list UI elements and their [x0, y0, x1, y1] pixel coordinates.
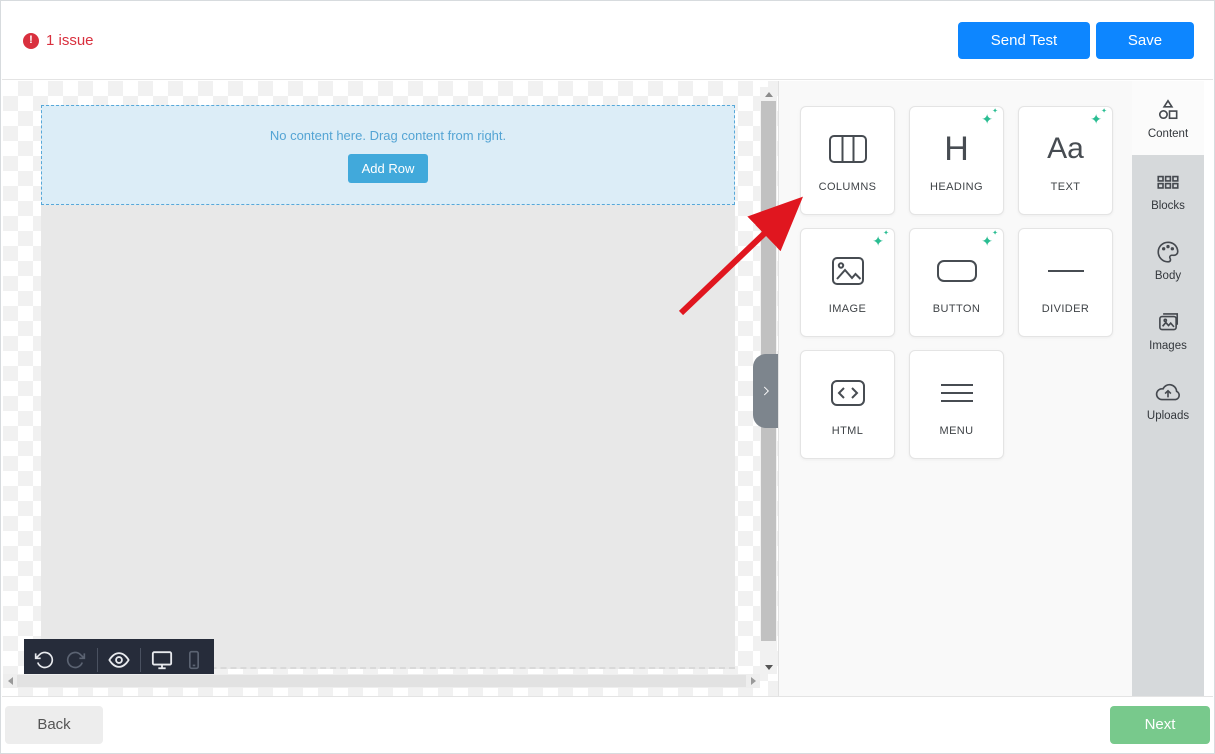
sidebar-tab-label: Uploads — [1147, 410, 1189, 422]
main-area: No content here. Drag content from right… — [2, 81, 1215, 699]
sidebar-tab-uploads[interactable]: Uploads — [1132, 365, 1204, 435]
ai-sparkle-icon: ✦✦ — [872, 234, 884, 248]
send-test-button[interactable]: Send Test — [958, 22, 1090, 59]
mobile-view-icon[interactable] — [183, 649, 205, 671]
sidebar-tab-body[interactable]: Body — [1132, 225, 1204, 295]
ai-sparkle-icon: ✦✦ — [1090, 112, 1102, 126]
email-document: No content here. Drag content from right… — [41, 105, 735, 669]
palette-icon — [1155, 239, 1181, 265]
issue-indicator[interactable]: ! 1 issue — [23, 32, 94, 49]
image-icon — [830, 251, 866, 291]
sidebar-tab-label: Blocks — [1151, 200, 1185, 212]
back-button[interactable]: Back — [5, 706, 103, 744]
dropzone-message: No content here. Drag content from right… — [270, 128, 506, 143]
chevron-right-icon — [759, 384, 773, 398]
block-label: HEADING — [930, 181, 983, 193]
block-columns[interactable]: COLUMNS — [800, 106, 895, 215]
button-icon — [936, 251, 978, 291]
heading-icon: H — [944, 129, 969, 169]
html-icon — [829, 373, 867, 413]
desktop-view-icon[interactable] — [151, 649, 173, 671]
header-actions: Send Test Save — [958, 22, 1194, 59]
menu-icon — [939, 373, 975, 413]
block-label: TEXT — [1051, 181, 1081, 193]
columns-icon — [828, 129, 868, 169]
block-html[interactable]: HTML — [800, 350, 895, 459]
toolbar-divider — [140, 648, 141, 672]
canvas-horizontal-scrollbar[interactable] — [3, 674, 760, 688]
block-label: DIVIDER — [1042, 303, 1089, 315]
email-canvas: No content here. Drag content from right… — [3, 81, 778, 699]
add-row-button[interactable]: Add Row — [348, 154, 429, 183]
sidebar-tab-label: Images — [1149, 340, 1187, 352]
sidebar-tab-blocks[interactable]: Blocks — [1132, 155, 1204, 225]
block-label: HTML — [832, 425, 864, 437]
issue-alert-icon: ! — [23, 33, 39, 49]
sidebar-tab-images[interactable]: Images — [1132, 295, 1204, 365]
toolbar-divider — [97, 648, 98, 672]
empty-content-dropzone[interactable]: No content here. Drag content from right… — [41, 105, 735, 205]
scroll-down-arrow-icon[interactable] — [760, 660, 777, 674]
panel-collapse-handle[interactable] — [753, 354, 778, 428]
divider-icon — [1046, 251, 1086, 291]
top-bar: ! 1 issue Send Test Save — [2, 2, 1213, 80]
block-label: IMAGE — [829, 303, 866, 315]
block-heading[interactable]: ✦✦ H HEADING — [909, 106, 1004, 215]
block-text[interactable]: ✦✦ Aa TEXT — [1018, 106, 1113, 215]
ai-sparkle-icon: ✦✦ — [981, 234, 993, 248]
wizard-footer: Back Next — [2, 696, 1213, 752]
block-menu[interactable]: MENU — [909, 350, 1004, 459]
redo-icon[interactable] — [65, 649, 87, 671]
sidebar-tab-label: Content — [1148, 128, 1188, 140]
save-button[interactable]: Save — [1096, 22, 1194, 59]
block-button[interactable]: ✦✦ BUTTON — [909, 228, 1004, 337]
block-image[interactable]: ✦✦ IMAGE — [800, 228, 895, 337]
scroll-right-arrow-icon[interactable] — [746, 674, 760, 688]
preview-eye-icon[interactable] — [108, 649, 130, 671]
cloud-upload-icon — [1154, 379, 1182, 405]
block-label: COLUMNS — [819, 181, 877, 193]
horizontal-scroll-thumb[interactable] — [17, 675, 746, 687]
email-builder-window: ! 1 issue Send Test Save No content here… — [0, 0, 1215, 754]
block-label: MENU — [940, 425, 974, 437]
grid-icon — [1155, 169, 1181, 195]
blocks-grid: COLUMNS ✦✦ H HEADING ✦✦ Aa TEXT — [800, 106, 1132, 459]
block-divider[interactable]: DIVIDER — [1018, 228, 1113, 337]
sidebar-tab-content[interactable]: Content — [1132, 81, 1204, 155]
issue-count-label: 1 issue — [46, 32, 94, 49]
shapes-icon — [1155, 97, 1181, 123]
sidebar-tab-label: Body — [1155, 270, 1181, 282]
email-body-area[interactable] — [41, 205, 735, 669]
ai-sparkle-icon: ✦✦ — [981, 112, 993, 126]
text-icon: Aa — [1047, 129, 1084, 169]
images-icon — [1155, 309, 1181, 335]
scroll-left-arrow-icon[interactable] — [3, 674, 17, 688]
undo-icon[interactable] — [33, 649, 55, 671]
block-label: BUTTON — [933, 303, 980, 315]
next-button[interactable]: Next — [1110, 706, 1210, 744]
scroll-up-arrow-icon[interactable] — [760, 87, 777, 101]
content-blocks-panel: COLUMNS ✦✦ H HEADING ✦✦ Aa TEXT — [778, 81, 1132, 699]
editor-sidebar-tabs: Content Blocks Body Image — [1132, 81, 1204, 699]
